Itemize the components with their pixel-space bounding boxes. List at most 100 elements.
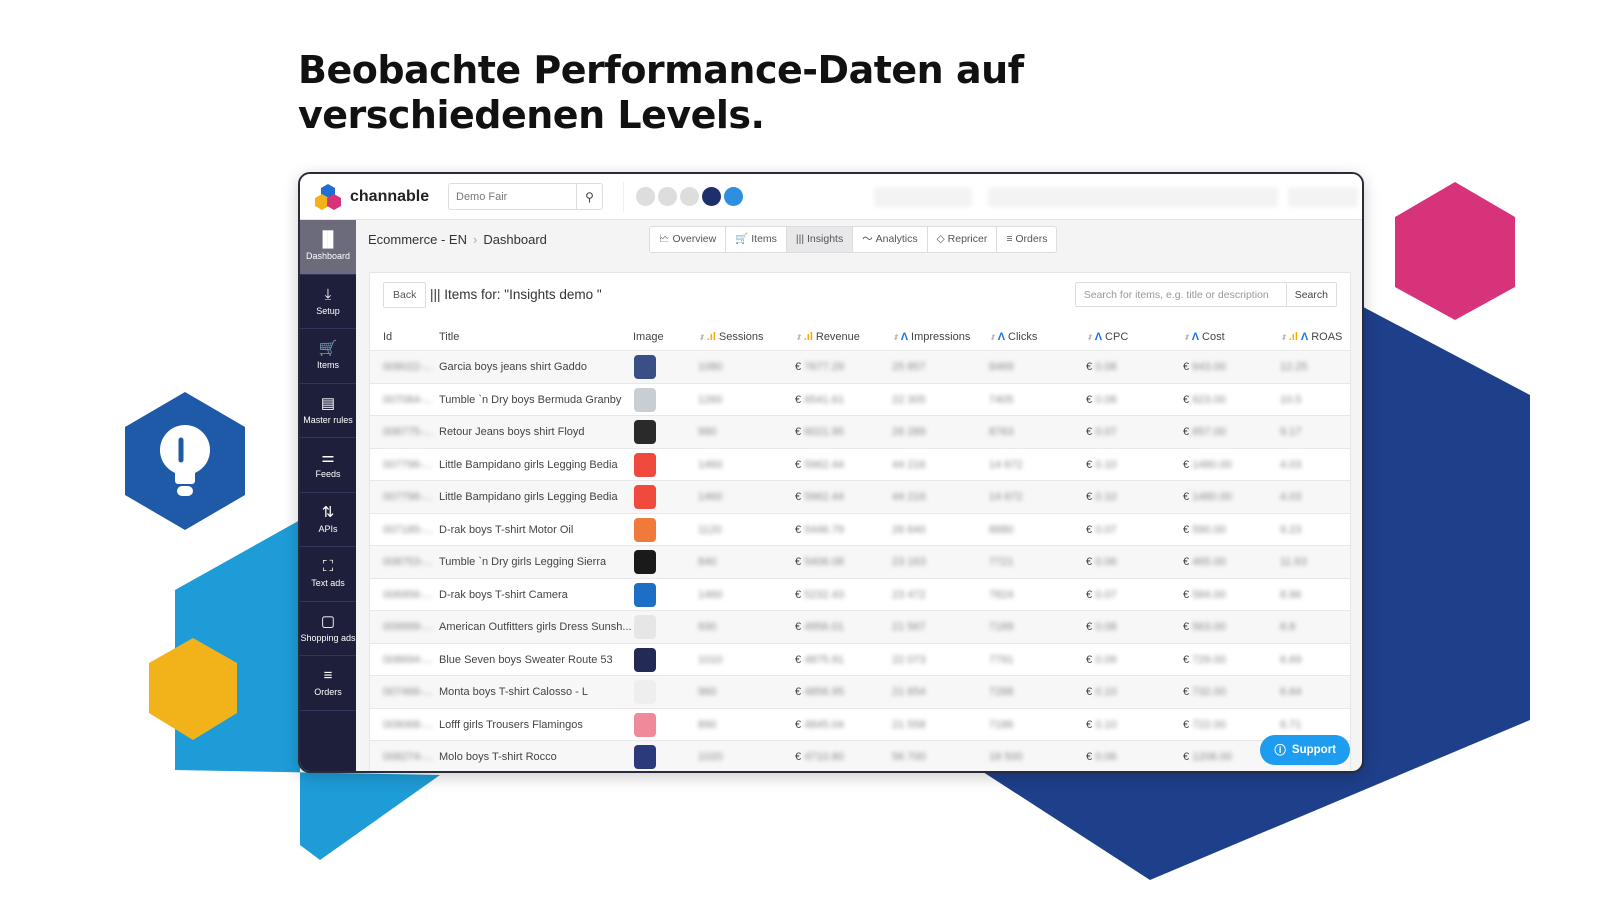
cell-sessions: 1020 — [698, 751, 723, 763]
table-row[interactable]: 009068-... Lofff girls Trousers Flamingos… — [370, 707, 1350, 741]
tab-analytics[interactable]: 〜 Analytics — [853, 227, 928, 252]
cell-revenue: € 5962.44 — [795, 491, 844, 503]
column-header-cpc[interactable]: ⬍ Λ CPC — [1086, 331, 1128, 343]
project-search-input[interactable]: Demo Fair — [449, 184, 576, 209]
product-image — [634, 452, 656, 477]
sidebar-item-items[interactable]: 🛒 Items — [300, 329, 356, 384]
column-header-image[interactable]: Image — [633, 331, 664, 343]
sidebar-item-text-ads[interactable]: ⛶ Text ads — [300, 547, 356, 602]
cell-id: 008775-... — [383, 426, 433, 438]
cell-id: 008694-... — [383, 653, 433, 666]
cell-id: 008022-... — [383, 361, 433, 373]
cell-cost: € 643.00 — [1183, 361, 1226, 373]
dashboard-tabs: 🗠 Overview 🛒 Items ||| Insights 〜 Analytics… — [649, 226, 1058, 253]
product-image — [634, 485, 656, 509]
cell-revenue: € 4845.04 — [795, 718, 844, 731]
avatar[interactable] — [636, 187, 655, 206]
google-ads-icon: Λ — [1300, 331, 1309, 343]
cell-sessions: 1260 — [698, 393, 723, 406]
item-search-input[interactable]: Search for items, e.g. title or descript… — [1076, 283, 1287, 306]
sort-icon[interactable]: ⬍ — [1183, 333, 1190, 342]
column-header-cost[interactable]: ⬍ Λ Cost — [1183, 331, 1225, 343]
cell-revenue: € 5406.08 — [795, 556, 844, 568]
bar-chart-icon: ▐▌ — [317, 231, 339, 249]
avatar[interactable] — [680, 187, 699, 206]
cell-sessions: 1460 — [698, 588, 723, 601]
cell-clicks: 7405 — [989, 393, 1014, 406]
table-row[interactable]: 007185-... D-rak boys T-shirt Motor Oil 11… — [370, 512, 1350, 546]
sort-icon[interactable]: ⬍ — [1280, 333, 1287, 342]
tab-repricer[interactable]: ◇ Repricer — [928, 227, 998, 252]
cell-id: 007796-... — [383, 491, 433, 503]
search-button[interactable]: Search — [1287, 283, 1336, 306]
sort-icon[interactable]: ⬍ — [795, 333, 802, 342]
org-icon[interactable] — [702, 187, 721, 206]
sidebar-item-feeds[interactable]: ⚌ Feeds — [300, 438, 356, 493]
table-row[interactable]: 006956-... D-rak boys T-shirt Camera 1460 €… — [370, 577, 1350, 611]
cell-sessions: 1460 — [698, 458, 723, 471]
table-row[interactable]: 009999-... American Outfitters girls Dres… — [370, 610, 1350, 643]
column-header-title[interactable]: Title — [439, 331, 459, 343]
cell-impressions: 25 857 — [892, 361, 926, 373]
cell-title: Tumble `n Dry girls Legging Sierra — [439, 556, 607, 568]
cell-roas: 6.71 — [1280, 718, 1302, 731]
sort-icon[interactable]: ⬍ — [892, 333, 899, 342]
tab-items[interactable]: 🛒 Items — [726, 227, 787, 252]
project-search[interactable]: Demo Fair ⚲ — [448, 183, 603, 210]
sidebar-item-dashboard[interactable]: ▐▌ Dashboard — [300, 220, 356, 275]
back-button[interactable]: Back — [383, 282, 427, 308]
table-row[interactable]: 007084-... Tumble `n Dry boys Bermuda Gra… — [370, 382, 1350, 416]
cell-title: Molo boys T-shirt Rocco — [439, 751, 557, 763]
table-row[interactable]: 008694-... Blue Seven boys Sweater Route … — [370, 642, 1350, 676]
search-icon[interactable]: ⚲ — [576, 184, 602, 209]
book-icon[interactable] — [724, 187, 743, 206]
avatar[interactable] — [658, 187, 677, 206]
cell-id: 007084-... — [383, 393, 433, 406]
cell-impressions: 22 305 — [892, 393, 926, 406]
logo[interactable]: channable — [300, 183, 440, 211]
table-row[interactable]: 008753-... Tumble `n Dry girls Legging Si… — [370, 545, 1350, 578]
table-row[interactable]: 007796-... Little Bampidano girls Legging… — [370, 447, 1350, 481]
column-header-impressions[interactable]: ⬍ Λ Impressions — [892, 331, 970, 343]
sidebar-item-apis[interactable]: ⇅ APIs — [300, 493, 356, 547]
sort-icon[interactable]: ⬍ — [989, 333, 996, 342]
product-image — [634, 550, 656, 574]
table-row[interactable]: 008022-... Garcia boys jeans shirt Gaddo 1… — [370, 350, 1350, 383]
column-header-id[interactable]: Id — [383, 331, 392, 343]
table-row[interactable]: 008274-... Molo boys T-shirt Rocco 1020 € 4… — [370, 740, 1350, 771]
cell-clicks: 8469 — [989, 361, 1014, 373]
sort-icon[interactable]: ⬍ — [1086, 333, 1093, 342]
sidebar-item-master-rules[interactable]: ▤ Master rules — [300, 384, 356, 438]
sort-icon[interactable]: ⬍ — [698, 333, 705, 342]
sidebar-item-setup[interactable]: ⤓ Setup — [300, 275, 356, 329]
cell-impressions: 23 472 — [892, 588, 926, 601]
cell-cost: € 732.00 — [1183, 686, 1226, 698]
column-header-clicks[interactable]: ⬍ Λ Clicks — [989, 331, 1037, 343]
tab-orders[interactable]: ≡ Orders — [997, 227, 1056, 252]
breadcrumb-project[interactable]: Ecommerce - EN — [368, 232, 467, 247]
column-header-sessions[interactable]: ⬍ .ıl Sessions — [698, 331, 764, 343]
cell-title: D-rak boys T-shirt Camera — [439, 588, 568, 601]
table-row[interactable]: 007796-... Little Bampidano girls Legging… — [370, 480, 1350, 513]
support-button[interactable]: ⓘ Support — [1260, 735, 1350, 765]
cell-roas: 9.23 — [1280, 523, 1302, 536]
cell-roas: 10.5 — [1280, 393, 1302, 406]
product-image — [634, 517, 656, 542]
table-row[interactable]: 007466-... Monta boys T-shirt Calosso - L… — [370, 675, 1350, 708]
tab-insights[interactable]: ||| Insights — [786, 227, 854, 252]
cell-id: 007796-... — [383, 458, 433, 471]
cell-cost: € 584.00 — [1183, 588, 1226, 601]
cell-clicks: 8763 — [989, 426, 1014, 438]
sidebar-item-orders[interactable]: ≡ Orders — [300, 656, 356, 711]
cell-cpc: € 0.10 — [1086, 458, 1117, 471]
product-image — [634, 745, 656, 769]
tab-overview[interactable]: 🗠 Overview — [650, 227, 727, 252]
blurred-element — [1288, 187, 1358, 207]
sliders-icon: ⚌ — [321, 449, 335, 467]
tab-icon: ||| — [795, 233, 805, 245]
sidebar-item-shopping-ads[interactable]: ▢ Shopping ads — [300, 602, 356, 656]
table-row[interactable]: 008775-... Retour Jeans boys shirt Floyd 9… — [370, 415, 1350, 448]
cell-revenue: € 6021.95 — [795, 426, 844, 438]
column-header-revenue[interactable]: ⬍ .ıl Revenue — [795, 331, 860, 343]
column-header-roas[interactable]: ⬍ .ıl Λ ROAS — [1280, 331, 1342, 343]
